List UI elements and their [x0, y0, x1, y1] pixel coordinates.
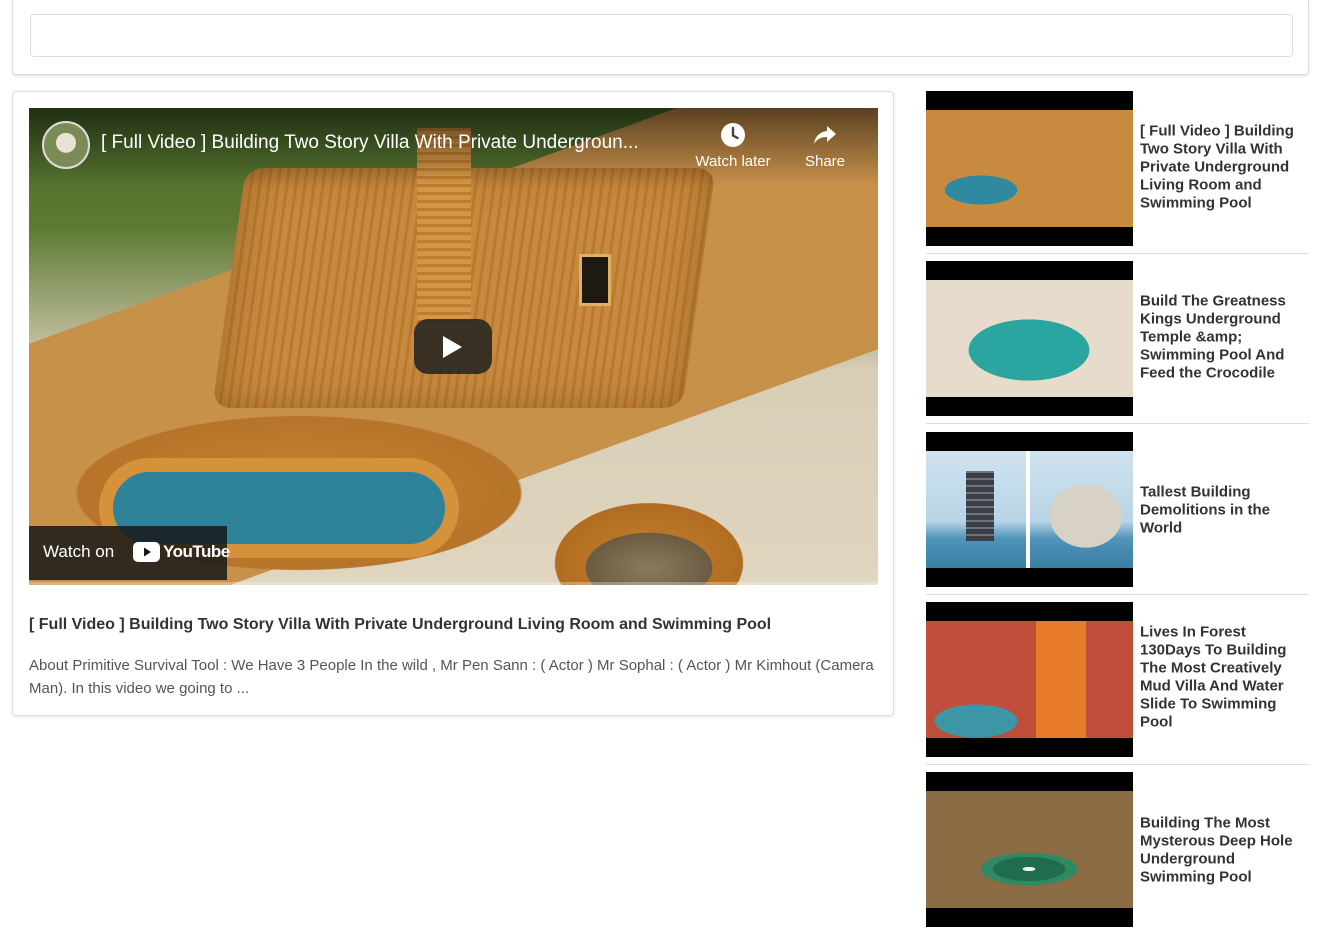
watch-later-button[interactable]: Watch later	[689, 122, 777, 170]
related-video-item[interactable]: [ Full Video ] Building Two Story Villa …	[926, 91, 1309, 254]
related-video-item[interactable]: Building The Most Mysterous Deep Hole Un…	[926, 772, 1309, 935]
player-progress-bar[interactable]	[29, 582, 878, 585]
search-card	[12, 0, 1309, 75]
related-video-title[interactable]: Lives In Forest 130Days To Building The …	[1140, 624, 1310, 732]
related-video-image	[926, 280, 1133, 397]
thumbnail-window-shape	[579, 254, 611, 306]
related-video-thumbnail[interactable]	[926, 261, 1133, 416]
share-arrow-icon	[814, 126, 836, 144]
related-video-thumbnail[interactable]	[926, 91, 1133, 246]
video-card: [ Full Video ] Building Two Story Villa …	[12, 91, 894, 716]
channel-avatar[interactable]	[42, 121, 90, 169]
related-video-image	[926, 791, 1133, 908]
related-video-image	[926, 451, 1133, 568]
video-description: About Primitive Survival Tool : We Have …	[29, 657, 874, 697]
share-label: Share	[804, 153, 846, 170]
related-video-title[interactable]: Build The Greatness Kings Underground Te…	[1140, 293, 1310, 383]
related-video-image	[926, 110, 1133, 227]
related-video-item[interactable]: Tallest Building Demolitions in the Worl…	[926, 432, 1309, 595]
play-icon	[443, 336, 462, 358]
watch-later-label: Watch later	[695, 153, 771, 170]
watch-on-label: Watch on	[43, 542, 115, 561]
related-video-title[interactable]: [ Full Video ] Building Two Story Villa …	[1140, 123, 1310, 213]
clock-icon	[721, 123, 745, 147]
related-video-item[interactable]: Build The Greatness Kings Underground Te…	[926, 261, 1309, 424]
youtube-logo-text: YouTube	[163, 542, 230, 561]
related-video-thumbnail[interactable]	[926, 432, 1133, 587]
search-input[interactable]	[30, 14, 1293, 57]
related-video-title[interactable]: Building The Most Mysterous Deep Hole Un…	[1140, 814, 1310, 886]
related-video-thumbnail[interactable]	[926, 602, 1133, 757]
share-button[interactable]: Share	[797, 122, 853, 170]
watch-on-youtube-button[interactable]: Watch on YouTube	[29, 526, 230, 580]
related-video-thumbnail[interactable]	[926, 772, 1133, 927]
video-title[interactable]: [ Full Video ] Building Two Story Villa …	[29, 616, 879, 634]
video-player[interactable]: [ Full Video ] Building Two Story Villa …	[29, 108, 878, 585]
play-button[interactable]	[414, 319, 492, 374]
related-video-title[interactable]: Tallest Building Demolitions in the Worl…	[1140, 483, 1310, 537]
related-video-item[interactable]: Lives In Forest 130Days To Building The …	[926, 602, 1309, 765]
player-title[interactable]: [ Full Video ] Building Two Story Villa …	[101, 132, 691, 154]
youtube-logo-icon	[133, 542, 160, 562]
related-video-image	[926, 621, 1133, 738]
